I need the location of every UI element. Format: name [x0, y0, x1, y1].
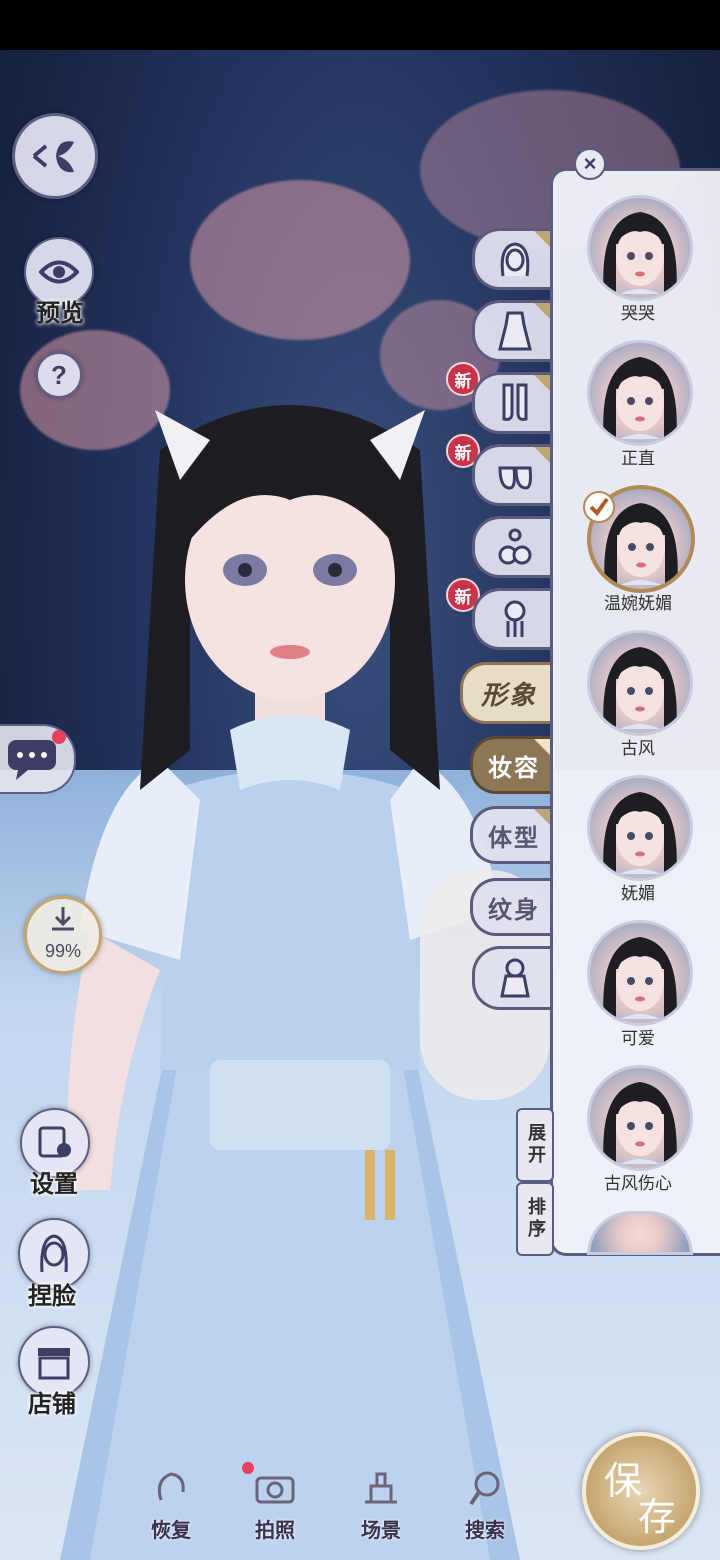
camera-icon — [255, 1476, 295, 1504]
search-icon — [469, 1471, 500, 1506]
preset-label: 温婉妩媚 — [604, 594, 672, 614]
settings-label: 设置 — [30, 1169, 78, 1198]
preset-face-thumbnail — [587, 340, 693, 446]
preset-label: 可爱 — [621, 1029, 655, 1049]
makeup-preset-item[interactable]: 古风伤心 — [553, 1065, 720, 1205]
tab-accessory[interactable] — [472, 516, 555, 578]
outfit-set-icon — [500, 958, 530, 998]
sort-button[interactable]: 排序 — [516, 1182, 554, 1256]
hair-icon — [500, 242, 530, 277]
makeup-preset-panel: 哭哭正直温婉妩媚古风妩媚可爱古风伤心 — [550, 168, 720, 1256]
tattoo-label: 纹身 — [488, 894, 540, 924]
makeup-preset-item[interactable]: 哭哭 — [553, 195, 720, 335]
save-button[interactable]: 保 存 — [582, 1432, 700, 1550]
paw-corner-icon — [534, 447, 550, 463]
restore-icon — [157, 1472, 185, 1501]
paw-corner-icon — [534, 375, 550, 391]
makeup-preset-item[interactable]: 温婉妩媚 — [553, 485, 720, 625]
close-icon: × — [583, 151, 597, 176]
search-label: 搜索 — [465, 1518, 505, 1542]
expand-button[interactable]: 展开 — [516, 1108, 554, 1182]
check-icon — [583, 491, 615, 523]
restore-button[interactable]: 恢复 — [136, 1462, 206, 1546]
preview-label: 预览 — [36, 298, 84, 327]
shop-label: 店铺 — [28, 1389, 76, 1418]
eye-icon — [39, 260, 79, 284]
pendant-icon — [504, 600, 526, 637]
back-button[interactable] — [12, 113, 98, 199]
preset-face-thumbnail — [587, 630, 693, 736]
makeup-label: 妆容 — [488, 752, 540, 782]
preset-label: 古风 — [621, 739, 655, 759]
paw-corner-icon — [534, 809, 550, 825]
preset-face-thumbnail — [587, 1065, 693, 1171]
stockings-icon — [502, 383, 528, 421]
dress-icon — [498, 311, 532, 351]
bell-accessory-icon — [498, 528, 532, 565]
preset-face-thumbnail — [587, 195, 693, 301]
tab-pendant[interactable] — [472, 588, 555, 650]
download-progress: 99% — [44, 941, 82, 961]
makeup-preset-item[interactable]: 古风 — [553, 630, 720, 770]
chat-bubble-icon — [8, 740, 56, 780]
preset-label: 妩媚 — [621, 884, 655, 904]
paw-corner-icon — [534, 739, 550, 755]
restore-label: 恢复 — [151, 1518, 191, 1542]
download-icon — [52, 907, 74, 931]
makeup-preset-item[interactable]: 正直 — [553, 340, 720, 480]
shoes-icon — [498, 466, 532, 490]
tab-appearance[interactable]: 形象 — [460, 662, 555, 724]
makeup-preset-item[interactable]: 可爱 — [553, 920, 720, 1060]
body-label: 体型 — [488, 822, 540, 852]
save-char-2: 存 — [638, 1495, 677, 1539]
scene-button[interactable]: 场景 — [346, 1462, 416, 1546]
photo-button[interactable]: 拍照 — [240, 1462, 310, 1546]
status-bar — [0, 0, 720, 50]
notification-dot — [52, 730, 66, 744]
photo-label: 拍照 — [255, 1518, 295, 1542]
save-char-1: 保 — [604, 1459, 643, 1503]
download-button[interactable]: 99% — [24, 896, 102, 974]
preset-label: 哭哭 — [621, 304, 655, 324]
appearance-label: 形象 — [480, 680, 537, 711]
scene-icon — [365, 1472, 397, 1504]
chat-button[interactable] — [0, 724, 76, 794]
help-button[interactable]: ? — [36, 352, 82, 398]
help-icon: ? — [51, 359, 67, 390]
preset-label: 正直 — [621, 449, 655, 469]
tab-outfit-set[interactable] — [472, 946, 555, 1010]
makeup-preset-item[interactable]: 妩媚 — [553, 775, 720, 915]
preset-face-thumbnail — [587, 775, 693, 881]
close-panel-button[interactable]: × — [574, 148, 606, 180]
notification-dot — [242, 1462, 254, 1474]
paw-corner-icon — [534, 303, 550, 319]
preset-face-thumbnail-partial[interactable] — [587, 1211, 693, 1255]
face-edit-label: 捏脸 — [28, 1281, 76, 1310]
face-icon — [40, 1234, 68, 1273]
shop-icon — [38, 1348, 70, 1380]
preset-label: 古风伤心 — [604, 1174, 672, 1194]
gear-icon — [38, 1126, 71, 1158]
tab-tattoo[interactable]: 纹身 — [470, 878, 555, 936]
expand-label: 展开 — [525, 1123, 546, 1167]
search-button[interactable]: 搜索 — [450, 1462, 520, 1546]
paw-corner-icon — [534, 231, 550, 247]
blossom-cluster — [190, 180, 410, 340]
sort-label: 排序 — [525, 1197, 546, 1241]
butterfly-back-icon — [32, 141, 74, 173]
scene-label: 场景 — [361, 1518, 401, 1542]
preset-face-thumbnail — [587, 920, 693, 1026]
